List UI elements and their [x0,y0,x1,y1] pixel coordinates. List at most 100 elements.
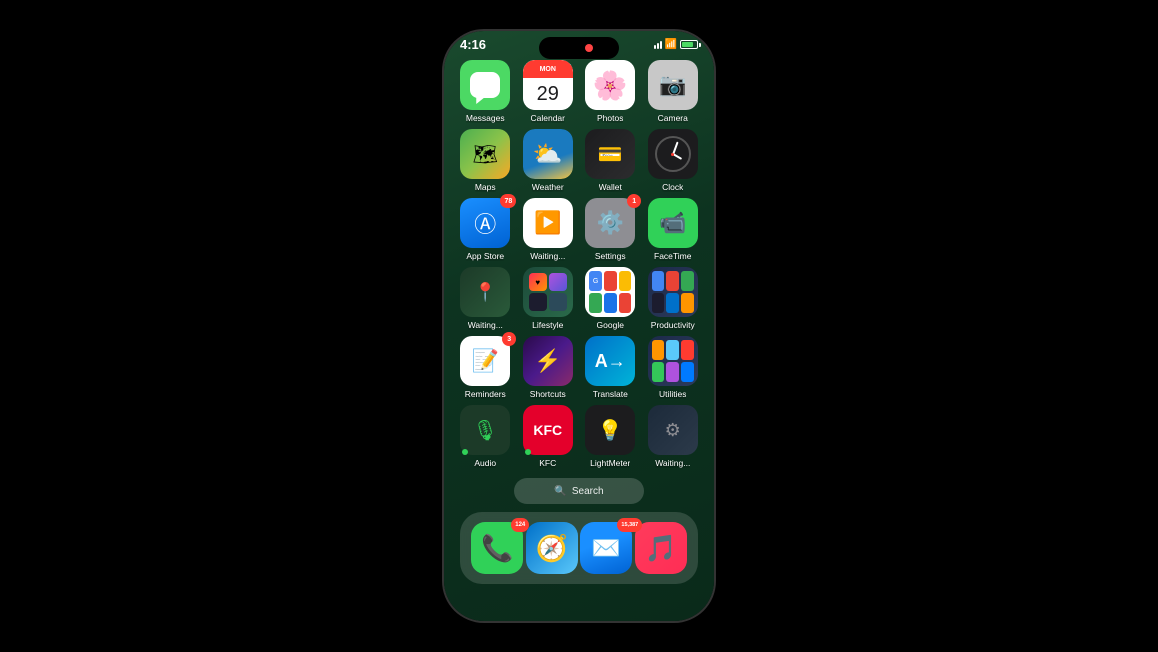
app-item-maps[interactable]: 🗺 Maps [456,129,515,192]
dynamic-island-dot [585,44,593,52]
youtube-icon[interactable]: ▶️ [523,198,573,248]
app-item-shortcuts[interactable]: ⚡ Shortcuts [519,336,578,399]
app-item-audio[interactable]: 🎙 Audio [456,405,515,468]
maps-icon[interactable]: 🗺 [460,129,510,179]
productivity-icon[interactable] [648,267,698,317]
calendar-icon[interactable]: MON 29 2 [523,60,573,110]
waiting2-label: Waiting... [655,458,690,468]
lifestyle-label: Lifestyle [532,320,563,330]
translate-icon[interactable]: A→ [585,336,635,386]
messages-label: Messages [466,113,505,123]
app-item-lifestyle[interactable]: ♥ Lifestyle [519,267,578,330]
clock-icon[interactable] [648,129,698,179]
app-item-waiting1[interactable]: 📍 Waiting... [456,267,515,330]
calendar-date: 29 [523,78,573,110]
dock: 📞 124 🧭 ✉️ 15,387 🎵 [460,512,698,584]
maps-label: Maps [475,182,496,192]
app-item-youtube[interactable]: ▶️ Waiting... [519,198,578,261]
waiting2-icon[interactable]: ⚙ [648,405,698,455]
status-time: 4:16 [460,37,486,52]
camera-icon[interactable]: 📷 [648,60,698,110]
messages-icon[interactable] [460,60,510,110]
reminders-badge: 3 [502,332,516,346]
camera-label: Camera [658,113,688,123]
dock-app-phone[interactable]: 📞 124 [471,522,523,574]
app-item-messages[interactable]: Messages [456,60,515,123]
app-item-google[interactable]: G Google [581,267,640,330]
search-label: Search [572,486,604,497]
app-item-clock[interactable]: Clock [644,129,703,192]
phone-badge: 124 [511,518,529,532]
translate-label: Translate [593,389,628,399]
appstore-label: App Store [466,251,504,261]
settings-label: Settings [595,251,626,261]
weather-label: Weather [532,182,564,192]
phone-icon[interactable]: 📞 124 [471,522,523,574]
app-item-wallet[interactable]: 💳 Wallet [581,129,640,192]
clock-label: Clock [662,182,683,192]
utilities-icon[interactable] [648,336,698,386]
settings-badge: 1 [627,194,641,208]
app-item-calendar[interactable]: MON 29 2 Calendar [519,60,578,123]
google-icon[interactable]: G [585,267,635,317]
settings-icon[interactable]: ⚙️ 1 [585,198,635,248]
kfc-icon[interactable]: KFC [523,405,573,455]
photos-label: Photos [597,113,623,123]
app-item-translate[interactable]: A→ Translate [581,336,640,399]
shortcuts-label: Shortcuts [530,389,566,399]
reminders-icon[interactable]: 📝 3 [460,336,510,386]
waiting1-icon[interactable]: 📍 [460,267,510,317]
music-icon[interactable]: 🎵 [635,522,687,574]
luxmeter-label: LightMeter [590,458,630,468]
luxmeter-icon[interactable]: 💡 [585,405,635,455]
app-item-camera[interactable]: 📷 Camera [644,60,703,123]
app-item-utilities[interactable]: Utilities [644,336,703,399]
mail-icon[interactable]: ✉️ 15,387 [580,522,632,574]
safari-icon[interactable]: 🧭 [526,522,578,574]
kfc-label: KFC [539,458,556,468]
google-label: Google [597,320,624,330]
status-bar: 4:16 📶 [444,31,714,56]
waiting1-label: Waiting... [468,320,503,330]
photos-icon[interactable]: 🌸 [585,60,635,110]
app-item-settings[interactable]: ⚙️ 1 Settings [581,198,640,261]
audio-label: Audio [474,458,496,468]
productivity-label: Productivity [651,320,695,330]
youtube-label: Waiting... [530,251,565,261]
dock-app-mail[interactable]: ✉️ 15,387 [580,522,632,574]
shortcuts-icon[interactable]: ⚡ [523,336,573,386]
appstore-icon[interactable]: Ⓐ 78 [460,198,510,248]
wifi-icon: 📶 [665,39,677,50]
facetime-label: FaceTime [654,251,691,261]
app-item-productivity[interactable]: Productivity [644,267,703,330]
app-item-appstore[interactable]: Ⓐ 78 App Store [456,198,515,261]
status-icons: 📶 [654,39,698,50]
wallet-label: Wallet [599,182,622,192]
signal-icon [654,41,662,49]
utilities-label: Utilities [659,389,686,399]
app-item-luxmeter[interactable]: 💡 LightMeter [581,405,640,468]
appstore-badge: 78 [500,194,516,208]
app-item-kfc[interactable]: KFC KFC [519,405,578,468]
kfc-dot [525,449,531,455]
wallet-icon[interactable]: 💳 [585,129,635,179]
dock-app-music[interactable]: 🎵 [635,522,687,574]
app-grid: Messages MON 29 2 Calendar [452,60,706,468]
dynamic-island [539,37,619,59]
search-bar[interactable]: 🔍 Search [514,478,644,504]
app-item-photos[interactable]: 🌸 Photos [581,60,640,123]
calendar-label: Calendar [531,113,566,123]
mail-badge: 15,387 [617,518,642,532]
audio-dot [462,449,468,455]
facetime-icon[interactable]: 📹 [648,198,698,248]
phone-frame: 4:16 📶 Messages [444,31,714,621]
lifestyle-icon[interactable]: ♥ [523,267,573,317]
audio-icon[interactable]: 🎙 [460,405,510,455]
app-item-reminders[interactable]: 📝 3 Reminders [456,336,515,399]
app-item-waiting2[interactable]: ⚙ Waiting... [644,405,703,468]
app-item-facetime[interactable]: 📹 FaceTime [644,198,703,261]
weather-icon[interactable]: ⛅ [523,129,573,179]
dock-app-safari[interactable]: 🧭 [526,522,578,574]
app-item-weather[interactable]: ⛅ Weather [519,129,578,192]
reminders-label: Reminders [465,389,506,399]
